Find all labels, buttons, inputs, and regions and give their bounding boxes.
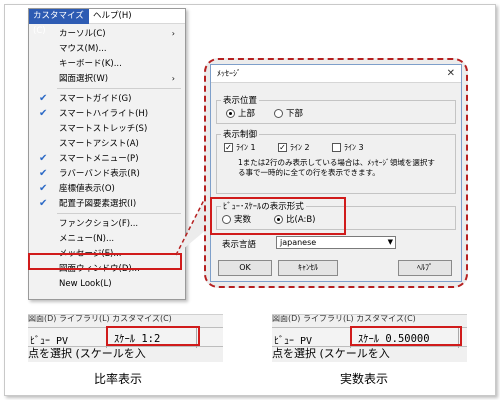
position-top-radio[interactable]: 上部 (226, 107, 255, 119)
ok-button[interactable]: OK (218, 260, 272, 276)
chevron-down-icon: ▼ (387, 238, 393, 246)
language-label: 表示言語 (222, 240, 257, 250)
control-note: 1または2行のみ表示している場合は、ﾒｯｾｰｼﾞ領域を選択する事で一時的に全ての… (238, 158, 435, 177)
line3-checkbox[interactable]: ﾗｲﾝ 3 (332, 142, 364, 153)
strip-prompt-text: 点を選択 (スケールを入 (28, 347, 146, 360)
line2-checkbox[interactable]: ✓ ﾗｲﾝ 2 (278, 142, 310, 153)
position-bottom-label: 下部 (286, 109, 304, 119)
checkbox-icon (332, 143, 341, 152)
line2-label: ﾗｲﾝ 2 (290, 143, 310, 152)
checkbox-checked-icon: ✓ (224, 143, 233, 152)
caption-real: 実数表示 (340, 372, 389, 386)
dialog-title-bar: ﾒｯｾｰｼﾞ ✕ (211, 65, 461, 83)
view-pv-label: ﾋﾞｭｰ PV (30, 336, 69, 347)
help-button[interactable]: ﾍﾙﾌﾟ (398, 260, 452, 276)
caption-ratio: 比率表示 (94, 372, 143, 386)
cancel-button[interactable]: ｷｬﾝｾﾙ (278, 260, 338, 276)
language-value: japanese (280, 238, 317, 247)
line1-label: ﾗｲﾝ 1 (236, 143, 256, 152)
position-legend: 表示位置 (223, 96, 258, 106)
scale-real-highlight (350, 326, 462, 346)
position-top-label: 上部 (238, 109, 256, 119)
scale-ratio-highlight (106, 326, 200, 346)
dialog-title: ﾒｯｾｰｼﾞ (217, 69, 241, 78)
line3-label: ﾗｲﾝ 3 (344, 143, 364, 152)
line1-checkbox[interactable]: ✓ ﾗｲﾝ 1 (224, 142, 256, 153)
view-pv-label: ﾋﾞｭｰ PV (274, 336, 313, 347)
language-select[interactable]: japanese ▼ (276, 236, 396, 249)
position-bottom-radio[interactable]: 下部 (274, 107, 303, 119)
radio-selected-icon (226, 108, 235, 118)
radio-icon (274, 108, 283, 118)
scale-group-highlight (210, 197, 346, 235)
control-legend: 表示制御 (223, 130, 258, 140)
close-icon[interactable]: ✕ (447, 65, 455, 83)
strip-prompt-text: 点を選択 (スケールを入 (272, 347, 390, 360)
checkbox-checked-icon: ✓ (278, 143, 287, 152)
